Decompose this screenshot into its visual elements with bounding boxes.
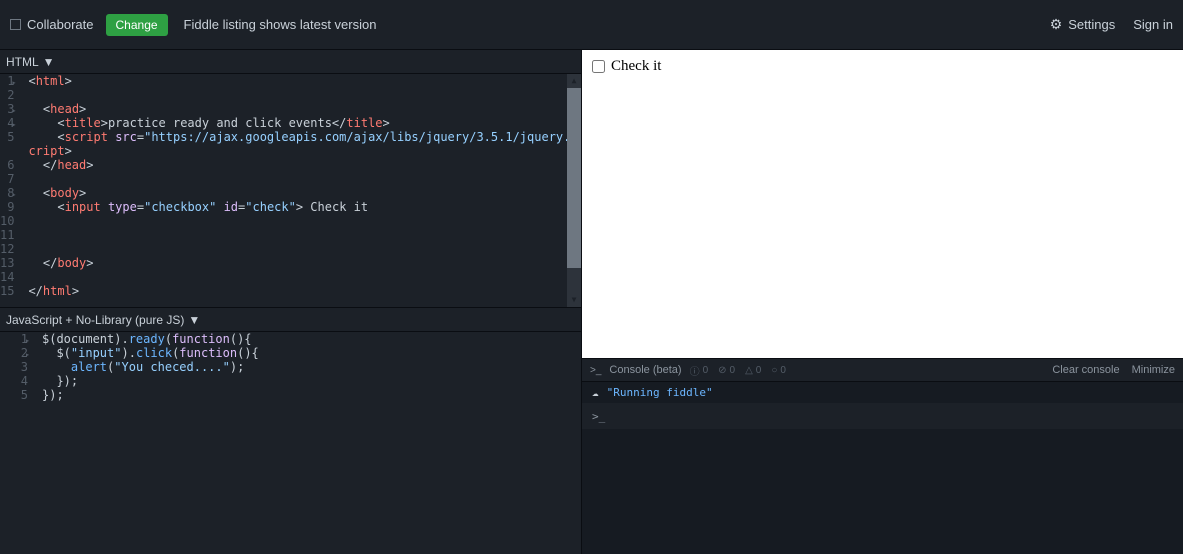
console-body: ☁ "Running fiddle" >_: [582, 382, 1183, 554]
console-title: Console (beta): [609, 364, 681, 376]
js-panel-label: JavaScript + No-Library (pure JS): [6, 313, 184, 327]
scroll-up-arrow-icon[interactable]: ▲: [567, 74, 581, 88]
main-layout: HTML ▼ 1▸23▸4▸5 678▸9101112131415 <html>…: [0, 50, 1183, 554]
result-checkbox-text: Check it: [611, 58, 661, 75]
result-pane: Check it: [582, 50, 1183, 358]
prompt-icon: >_: [590, 365, 601, 376]
console-header-left: >_ Console (beta) ⓘ0 ⊘0 △0 ○0: [590, 363, 1052, 378]
html-panel-header[interactable]: HTML ▼: [0, 50, 581, 74]
console-log-line: ☁ "Running fiddle": [582, 382, 1183, 404]
cloud-icon: ☁: [592, 386, 599, 399]
result-checkbox[interactable]: [592, 60, 605, 73]
minimize-console-button[interactable]: Minimize: [1132, 364, 1175, 376]
console-counters: ⓘ0 ⊘0 △0 ○0: [690, 363, 786, 378]
console-prompt-icon: >_: [592, 410, 605, 423]
console-actions: Clear console Minimize: [1052, 364, 1175, 376]
output-column: Check it >_ Console (beta) ⓘ0 ⊘0 △0 ○0 C…: [582, 50, 1183, 554]
js-panel: JavaScript + No-Library (pure JS) ▼ 1▸2▸…: [0, 308, 581, 554]
collaborate-label: Collaborate: [27, 17, 94, 32]
warn-counter[interactable]: △0: [745, 363, 761, 378]
error-icon: ⊘: [718, 365, 726, 376]
html-panel: HTML ▼ 1▸23▸4▸5 678▸9101112131415 <html>…: [0, 50, 581, 308]
warn-icon: △: [745, 365, 753, 376]
topbar-right: ⚙ Settings Sign in: [1050, 16, 1173, 33]
editor-column: HTML ▼ 1▸23▸4▸5 678▸9101112131415 <html>…: [0, 50, 582, 554]
js-gutter: 1▸2▸345: [0, 332, 36, 402]
scroll-down-arrow-icon[interactable]: ▼: [567, 293, 581, 307]
chevron-down-icon: ▼: [188, 313, 200, 327]
change-button[interactable]: Change: [106, 14, 168, 36]
scrollbar-thumb[interactable]: [567, 88, 581, 268]
result-checkbox-label[interactable]: Check it: [592, 58, 1173, 75]
console-header: >_ Console (beta) ⓘ0 ⊘0 △0 ○0 Clear cons…: [582, 358, 1183, 382]
signin-link[interactable]: Sign in: [1133, 17, 1173, 32]
html-code-area[interactable]: <html> <head> <title>practice ready and …: [22, 74, 581, 298]
info-icon: ⓘ: [690, 363, 700, 378]
chevron-down-icon: ▼: [43, 55, 55, 69]
js-panel-header[interactable]: JavaScript + No-Library (pure JS) ▼: [0, 308, 581, 332]
collaborate-link[interactable]: Collaborate: [10, 17, 94, 32]
log-icon: ○: [771, 365, 777, 376]
html-editor[interactable]: 1▸23▸4▸5 678▸9101112131415 <html> <head>…: [0, 74, 581, 307]
settings-label: Settings: [1068, 17, 1115, 32]
html-panel-label: HTML: [6, 55, 39, 69]
console-message: "Running fiddle": [607, 386, 713, 399]
js-code-area[interactable]: $(document).ready(function(){ $("input")…: [36, 332, 581, 402]
fiddle-status-text: Fiddle listing shows latest version: [184, 17, 377, 32]
console-input-line[interactable]: >_: [582, 404, 1183, 429]
js-editor[interactable]: 1▸2▸345 $(document).ready(function(){ $(…: [0, 332, 581, 554]
html-scrollbar[interactable]: ▲ ▼: [567, 74, 581, 307]
info-counter[interactable]: ⓘ0: [690, 363, 709, 378]
html-gutter: 1▸23▸4▸5 678▸9101112131415: [0, 74, 22, 298]
error-counter[interactable]: ⊘0: [718, 363, 735, 378]
topbar-left: Collaborate Change Fiddle listing shows …: [10, 14, 1050, 36]
topbar: Collaborate Change Fiddle listing shows …: [0, 0, 1183, 50]
log-counter[interactable]: ○0: [771, 363, 786, 378]
collaborate-icon: [10, 19, 21, 30]
clear-console-button[interactable]: Clear console: [1052, 364, 1119, 376]
sliders-icon: ⚙: [1050, 16, 1063, 33]
settings-link[interactable]: ⚙ Settings: [1050, 16, 1116, 33]
